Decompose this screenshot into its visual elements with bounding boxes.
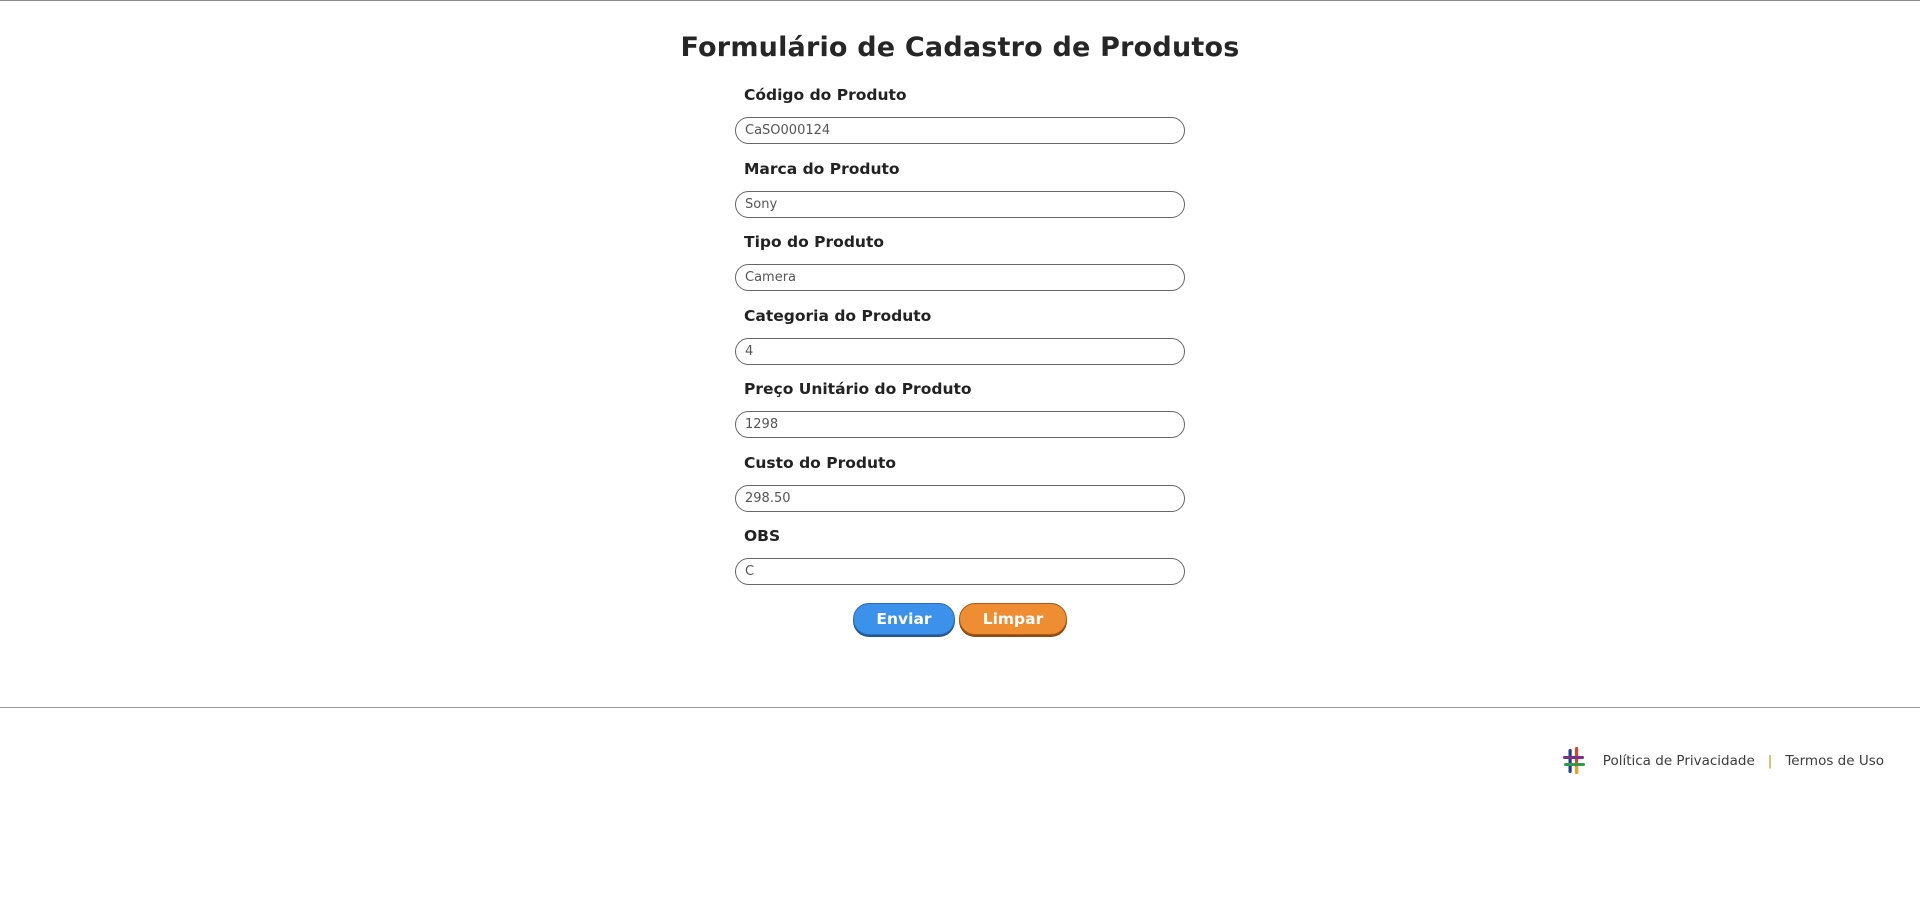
clear-button[interactable]: Limpar bbox=[959, 603, 1067, 635]
privacy-policy-link[interactable]: Política de Privacidade bbox=[1603, 753, 1755, 769]
product-type-label: Tipo do Produto bbox=[744, 233, 885, 251]
product-code-input[interactable] bbox=[735, 117, 1185, 144]
obs-label: OBS bbox=[744, 527, 781, 545]
field-product-cost: Custo do Produto bbox=[735, 454, 1185, 528]
unit-price-input[interactable] bbox=[735, 411, 1185, 438]
submit-button[interactable]: Enviar bbox=[853, 603, 955, 635]
footer-divider bbox=[0, 707, 1920, 708]
product-form: Código do Produto Marca do Produto Tipo … bbox=[735, 86, 1185, 601]
terms-of-use-link[interactable]: Termos de Uso bbox=[1785, 753, 1884, 769]
field-unit-price: Preço Unitário do Produto bbox=[735, 380, 1185, 454]
product-type-input[interactable] bbox=[735, 264, 1185, 291]
field-obs: OBS bbox=[735, 527, 1185, 601]
unit-price-label: Preço Unitário do Produto bbox=[744, 380, 972, 398]
footer: Política de Privacidade | Termos de Uso bbox=[1562, 746, 1884, 776]
field-product-code: Código do Produto bbox=[735, 86, 1185, 160]
form-actions: Enviar Limpar bbox=[0, 603, 1920, 635]
product-cost-label: Custo do Produto bbox=[744, 453, 897, 472]
brand-logo-icon bbox=[1562, 747, 1585, 774]
field-product-category: Categoria do Produto bbox=[735, 307, 1185, 381]
product-brand-label: Marca do Produto bbox=[744, 159, 900, 178]
product-cost-input[interactable] bbox=[735, 484, 1185, 512]
field-product-type: Tipo do Produto bbox=[735, 233, 1185, 307]
page-title: Formulário de Cadastro de Produtos bbox=[680, 32, 1240, 63]
footer-separator: | bbox=[1767, 753, 1773, 769]
product-category-label: Categoria do Produto bbox=[744, 306, 932, 325]
product-code-label: Código do Produto bbox=[744, 86, 907, 104]
field-product-brand: Marca do Produto bbox=[735, 160, 1185, 234]
obs-input[interactable] bbox=[735, 558, 1185, 585]
product-brand-input[interactable] bbox=[735, 190, 1185, 218]
product-category-input[interactable] bbox=[735, 337, 1185, 365]
top-divider bbox=[0, 0, 1920, 1]
